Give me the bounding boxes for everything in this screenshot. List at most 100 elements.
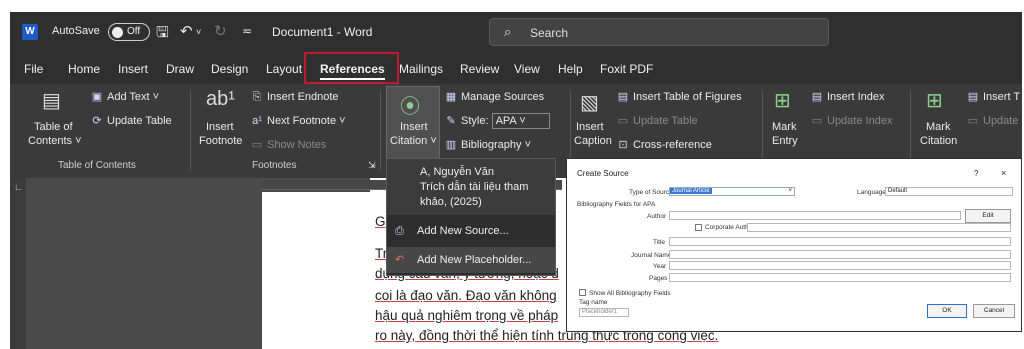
- tab-insert[interactable]: Insert: [118, 62, 148, 76]
- add-new-placeholder-label: Add New Placeholder...: [417, 254, 532, 266]
- table-of-figures-icon: ▤: [617, 91, 629, 103]
- tab-stop-selector-icon[interactable]: ∟: [14, 182, 23, 192]
- style-value: APA: [495, 115, 517, 127]
- update-table-label: Update Table: [107, 115, 172, 127]
- save-icon[interactable]: 🖫: [156, 22, 169, 47]
- autosave-toggle[interactable]: Off: [108, 23, 150, 41]
- show-all-fields-checkbox[interactable]: [579, 289, 586, 296]
- footnotes-dialog-launcher-icon[interactable]: ⇲: [368, 158, 376, 172]
- ok-button[interactable]: OK: [927, 304, 967, 318]
- mark-entry-button-line2[interactable]: Entry: [772, 134, 798, 148]
- update-index-label: Update Index: [827, 115, 893, 127]
- vertical-ruler: [10, 178, 26, 349]
- manage-sources-label: Manage Sources: [461, 91, 545, 103]
- author-field[interactable]: [669, 211, 961, 220]
- language-dropdown[interactable]: Default: [885, 187, 1013, 196]
- customize-toolbar-icon[interactable]: ≂: [242, 24, 252, 38]
- update-index-icon: ▭: [811, 115, 823, 127]
- undo-icon[interactable]: ↶: [180, 22, 193, 40]
- tab-home[interactable]: Home: [68, 62, 100, 76]
- manage-sources-button[interactable]: ▦ Manage Sources: [444, 90, 544, 104]
- mark-citation-button-line2[interactable]: Citation: [920, 134, 957, 148]
- add-text-button[interactable]: ▣ Add Text ˅: [90, 90, 159, 104]
- corporate-author-field[interactable]: [747, 223, 1011, 232]
- journal-name-field[interactable]: [669, 250, 1011, 259]
- tab-view[interactable]: View: [514, 62, 540, 76]
- mark-citation-button[interactable]: Mark: [926, 120, 950, 134]
- tab-mailings[interactable]: Mailings: [399, 62, 443, 76]
- pages-field[interactable]: [669, 273, 1011, 282]
- autosave-label: AutoSave: [52, 25, 100, 37]
- add-new-source-label: Add New Source...: [417, 225, 509, 237]
- document-line[interactable]: hậu quả nghiêm trọng về pháp: [375, 308, 558, 323]
- existing-citation-item[interactable]: A, Nguyễn Văn Trích dẫn tài liệu tham kh…: [387, 159, 555, 215]
- autosave-state: Off: [127, 26, 141, 37]
- update-table-icon: ⟳: [92, 115, 102, 127]
- next-footnote-button[interactable]: a¹ Next Footnote ˅: [250, 114, 345, 128]
- insert-caption-button-line2[interactable]: Caption: [574, 134, 612, 148]
- redo-icon[interactable]: ↻: [214, 22, 227, 40]
- insert-table-of-figures-button[interactable]: ▤ Insert Table of Figures: [616, 90, 742, 104]
- year-label: Year: [653, 263, 667, 270]
- edit-author-button[interactable]: Edit: [965, 209, 1011, 223]
- insert-caption-button[interactable]: Insert: [576, 120, 604, 134]
- update-table-button[interactable]: ⟳ Update Table: [90, 114, 172, 128]
- style-label: Style:: [461, 114, 489, 127]
- tab-file[interactable]: File: [24, 62, 43, 76]
- show-notes-button[interactable]: ▭ Show Notes: [250, 138, 327, 152]
- insert-toa-label: Insert T: [983, 91, 1021, 103]
- mark-citation-icon: ⊞: [926, 90, 943, 112]
- document-line[interactable]: coi là đạo văn. Đạo văn không: [375, 288, 557, 303]
- next-footnote-label: Next Footnote: [267, 115, 337, 127]
- mark-entry-icon: ⊞: [774, 90, 791, 112]
- tab-draw[interactable]: Draw: [166, 62, 194, 76]
- update-toa-button[interactable]: ▭ Update: [966, 114, 1019, 128]
- add-new-source-item[interactable]: ⎙ Add New Source...: [387, 219, 555, 245]
- table-of-contents-button[interactable]: Table of: [34, 120, 73, 134]
- insert-table-of-authorities-button[interactable]: ▤ Insert T: [966, 90, 1020, 104]
- tab-review[interactable]: Review: [460, 62, 499, 76]
- insert-endnote-icon: ⎘: [252, 91, 262, 103]
- insert-footnote-button[interactable]: Insert: [206, 120, 234, 134]
- tab-foxit-pdf[interactable]: Foxit PDF: [600, 62, 653, 76]
- bibliography-button[interactable]: ▥ Bibliography ˅: [444, 138, 531, 152]
- tab-design[interactable]: Design: [211, 62, 248, 76]
- insert-index-button[interactable]: ▤ Insert Index: [810, 90, 885, 104]
- chevron-down-icon: ˅: [788, 188, 792, 194]
- table-of-contents-button-line2[interactable]: Contents ˅: [28, 134, 82, 148]
- year-field[interactable]: [669, 261, 1011, 270]
- tab-references[interactable]: References: [320, 62, 385, 80]
- group-separator: [190, 90, 191, 170]
- cancel-button[interactable]: Cancel: [973, 304, 1015, 318]
- insert-citation-button-line2[interactable]: Citation ˅: [390, 134, 437, 148]
- type-of-source-dropdown[interactable]: Journal Article ˅: [669, 187, 795, 196]
- help-icon[interactable]: ?: [974, 169, 978, 178]
- tab-help[interactable]: Help: [558, 62, 583, 76]
- search-box[interactable]: ⌕ Search: [489, 18, 829, 46]
- bibliography-fields-label: Bibliography Fields for APA: [577, 201, 656, 208]
- insert-footnote-button-line2[interactable]: Footnote: [199, 134, 242, 148]
- tag-name-field[interactable]: Placeholder1: [579, 308, 629, 317]
- close-icon[interactable]: ×: [1001, 168, 1006, 178]
- mark-entry-button[interactable]: Mark: [772, 120, 796, 134]
- insert-endnote-button[interactable]: ⎘ Insert Endnote: [250, 90, 339, 104]
- group-separator: [380, 90, 381, 170]
- toggle-knob: [112, 27, 123, 38]
- undo-dropdown-icon[interactable]: ˅: [196, 27, 201, 37]
- dialog-title: Create Source: [577, 169, 629, 178]
- add-new-placeholder-item[interactable]: ↶ Add New Placeholder...: [387, 247, 555, 273]
- document-line[interactable]: G: [375, 214, 386, 229]
- update-table-figures-button[interactable]: ▭ Update Table: [616, 114, 698, 128]
- title-field[interactable]: [669, 237, 1011, 246]
- title-label: Title: [653, 239, 666, 246]
- group-label-footnotes: Footnotes: [252, 160, 297, 171]
- style-dropdown[interactable]: APA ˅: [491, 113, 550, 129]
- insert-citation-button[interactable]: Insert: [400, 120, 428, 134]
- insert-index-label: Insert Index: [827, 91, 885, 103]
- style-selector[interactable]: ✎ Style: APA ˅: [444, 113, 550, 129]
- update-index-button[interactable]: ▭ Update Index: [810, 114, 893, 128]
- tab-layout[interactable]: Layout: [266, 62, 302, 76]
- insert-endnote-label: Insert Endnote: [267, 91, 339, 103]
- corporate-author-checkbox[interactable]: [695, 224, 702, 231]
- cross-reference-button[interactable]: ⊡ Cross-reference: [616, 138, 711, 152]
